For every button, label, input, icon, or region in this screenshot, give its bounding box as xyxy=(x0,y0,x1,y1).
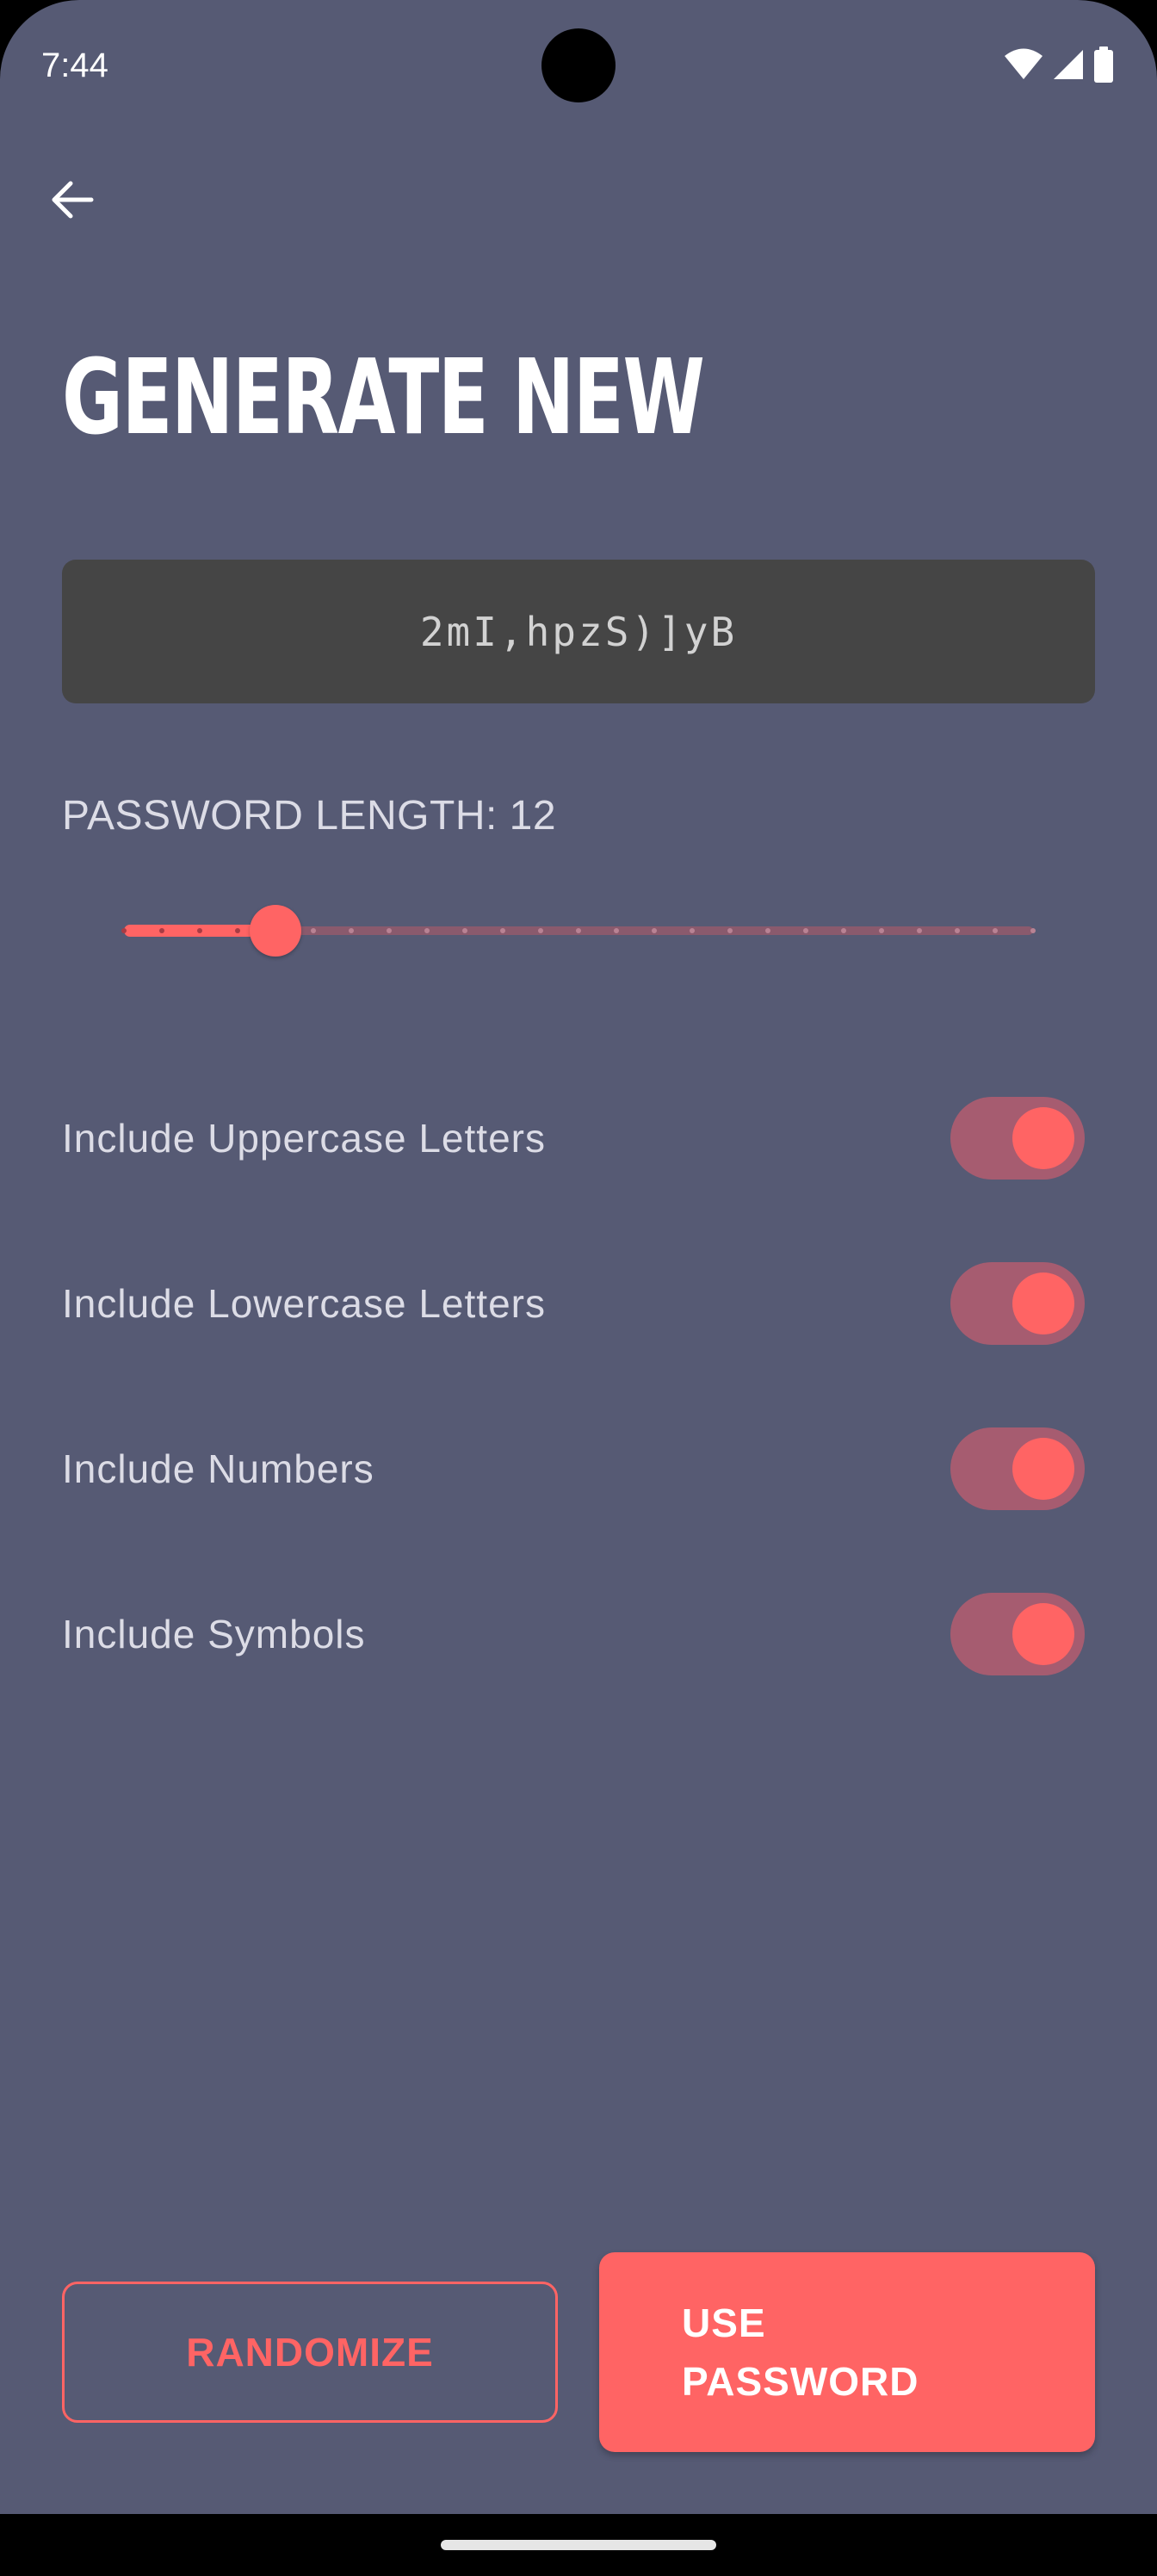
battery-icon xyxy=(1093,46,1114,83)
option-label: Include Uppercase Letters xyxy=(62,1116,546,1161)
numbers-toggle[interactable] xyxy=(950,1427,1085,1510)
generated-password: 2mI,hpzS)]yB xyxy=(419,608,738,655)
option-label: Include Lowercase Letters xyxy=(62,1281,546,1326)
slider-tick xyxy=(1030,928,1036,933)
slider-tick xyxy=(349,928,354,933)
slider-tick xyxy=(765,928,770,933)
wifi-icon xyxy=(1004,48,1043,81)
slider-tick xyxy=(917,928,922,933)
slider-tick xyxy=(197,928,202,933)
use-password-label: USE PASSWORD xyxy=(682,2300,919,2404)
password-display[interactable]: 2mI,hpzS)]yB xyxy=(62,560,1095,703)
slider-tick xyxy=(424,928,430,933)
status-icons xyxy=(1004,46,1114,83)
status-bar: 7:44 xyxy=(0,0,1157,129)
slider-tick xyxy=(121,928,127,933)
slider-tick xyxy=(993,928,998,933)
toggle-thumb xyxy=(1012,1273,1074,1334)
slider-tick xyxy=(538,928,543,933)
password-length-label: PASSWORD LENGTH: 12 xyxy=(62,793,557,839)
slider-tick xyxy=(311,928,316,933)
slider-tick xyxy=(235,928,240,933)
page-title: GENERATE NEW xyxy=(62,338,705,458)
slider-tick xyxy=(500,928,505,933)
password-length-slider[interactable] xyxy=(121,895,1036,964)
symbols-toggle[interactable] xyxy=(950,1593,1085,1675)
status-time: 7:44 xyxy=(41,46,108,84)
toggle-thumb xyxy=(1012,1438,1074,1500)
option-label: Include Symbols xyxy=(62,1612,366,1656)
slider-tick xyxy=(576,928,581,933)
slider-tick xyxy=(803,928,808,933)
slider-tick xyxy=(652,928,657,933)
arrow-left-icon xyxy=(50,179,95,225)
home-indicator[interactable] xyxy=(441,2540,716,2550)
slider-tick xyxy=(841,928,846,933)
option-label: Include Numbers xyxy=(62,1446,374,1491)
slider-tick xyxy=(955,928,960,933)
option-symbols: Include Symbols xyxy=(62,1582,1095,1686)
app-screen: 7:44 GENERATE NEW 2mI,hpzS)]yB PASSWORD … xyxy=(0,0,1157,2514)
back-button[interactable] xyxy=(38,167,107,236)
camera-cutout xyxy=(541,28,616,102)
slider-tick xyxy=(690,928,695,933)
toggle-thumb xyxy=(1012,1603,1074,1665)
uppercase-toggle[interactable] xyxy=(950,1097,1085,1180)
option-uppercase: Include Uppercase Letters xyxy=(62,1087,1095,1190)
lowercase-toggle[interactable] xyxy=(950,1262,1085,1345)
use-password-button[interactable]: USE PASSWORD xyxy=(599,2252,1095,2452)
option-lowercase: Include Lowercase Letters xyxy=(62,1252,1095,1355)
slider-tick xyxy=(387,928,392,933)
randomize-label: RANDOMIZE xyxy=(186,2330,434,2375)
option-numbers: Include Numbers xyxy=(62,1417,1095,1520)
slider-tick xyxy=(879,928,884,933)
cellular-signal-icon xyxy=(1052,48,1085,81)
slider-thumb[interactable] xyxy=(250,905,301,957)
toggle-thumb xyxy=(1012,1107,1074,1169)
slider-tick xyxy=(727,928,733,933)
randomize-button[interactable]: RANDOMIZE xyxy=(62,2282,558,2423)
slider-tick xyxy=(462,928,467,933)
slider-tick xyxy=(614,928,619,933)
slider-tick xyxy=(159,928,164,933)
